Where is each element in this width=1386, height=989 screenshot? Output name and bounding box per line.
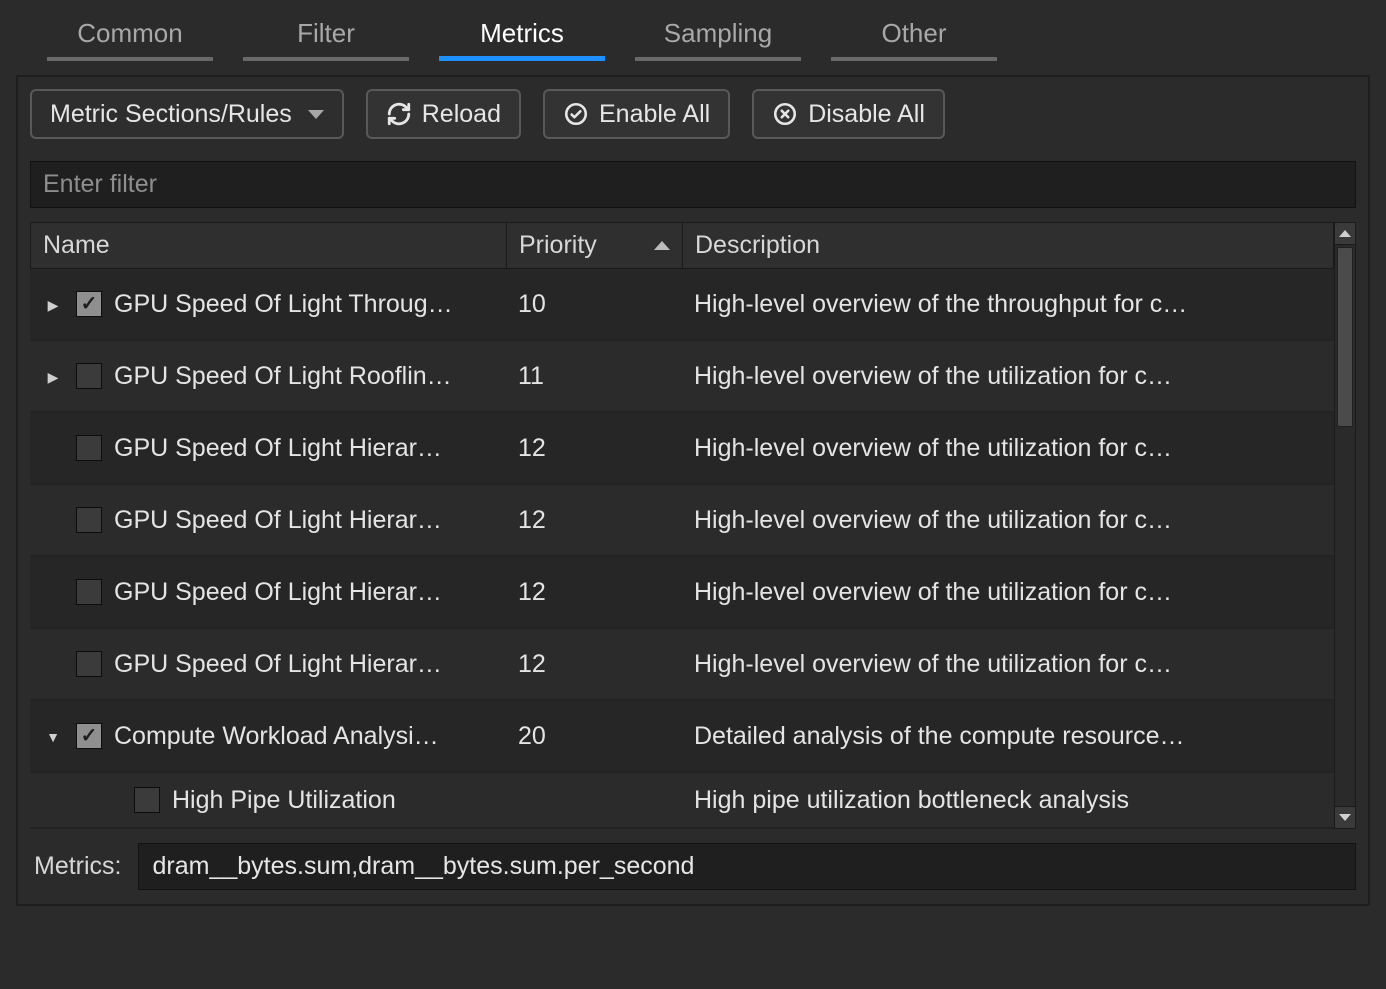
metrics-input[interactable] bbox=[138, 843, 1357, 890]
table-body: GPU Speed Of Light Throug… 10 High-level… bbox=[30, 269, 1334, 829]
check-circle-icon bbox=[563, 101, 589, 127]
row-checkbox[interactable] bbox=[76, 723, 102, 749]
scroll-thumb[interactable] bbox=[1337, 247, 1353, 427]
row-name: GPU Speed Of Light Hierar… bbox=[114, 650, 442, 679]
reload-button[interactable]: Reload bbox=[366, 89, 521, 139]
col-header-name[interactable]: Name bbox=[31, 223, 507, 268]
vertical-scrollbar[interactable] bbox=[1334, 222, 1356, 829]
row-description: High-level overview of the utilization f… bbox=[682, 362, 1334, 391]
col-header-priority[interactable]: Priority bbox=[507, 223, 683, 268]
row-name: GPU Speed Of Light Hierar… bbox=[114, 578, 442, 607]
expand-icon[interactable] bbox=[42, 366, 64, 387]
row-name: High Pipe Utilization bbox=[172, 786, 396, 815]
table-row[interactable]: GPU Speed Of Light Hierar… 12 High-level… bbox=[30, 413, 1334, 485]
row-description: Detailed analysis of the compute resourc… bbox=[682, 722, 1334, 751]
metric-sections-dropdown[interactable]: Metric Sections/Rules bbox=[30, 89, 344, 139]
filter-box bbox=[30, 161, 1356, 208]
row-description: High pipe utilization bottleneck analysi… bbox=[682, 786, 1334, 815]
row-priority: 12 bbox=[506, 506, 682, 535]
dropdown-label: Metric Sections/Rules bbox=[50, 99, 292, 129]
toolbar: Metric Sections/Rules Reload Enable All … bbox=[30, 89, 1356, 139]
sort-asc-icon bbox=[654, 241, 670, 250]
row-checkbox[interactable] bbox=[76, 507, 102, 533]
row-priority: 10 bbox=[506, 290, 682, 319]
row-priority: 12 bbox=[506, 650, 682, 679]
tab-bar: Common Filter Metrics Sampling Other bbox=[0, 0, 1386, 61]
metrics-table: Name Priority Description GPU Speed Of L… bbox=[30, 222, 1356, 829]
filter-input[interactable] bbox=[31, 162, 1355, 207]
row-priority: 12 bbox=[506, 434, 682, 463]
row-checkbox[interactable] bbox=[76, 579, 102, 605]
row-name: GPU Speed Of Light Rooflin… bbox=[114, 362, 452, 391]
row-name: GPU Speed Of Light Hierar… bbox=[114, 434, 442, 463]
tab-sampling[interactable]: Sampling bbox=[633, 10, 803, 61]
table-row[interactable]: GPU Speed Of Light Rooflin… 11 High-leve… bbox=[30, 341, 1334, 413]
row-description: High-level overview of the utilization f… bbox=[682, 434, 1334, 463]
col-header-description[interactable]: Description bbox=[683, 223, 1333, 268]
tab-filter[interactable]: Filter bbox=[241, 10, 411, 61]
row-name: GPU Speed Of Light Hierar… bbox=[114, 506, 442, 535]
x-circle-icon bbox=[772, 101, 798, 127]
metrics-bar: Metrics: bbox=[30, 843, 1356, 890]
scroll-up-icon[interactable] bbox=[1335, 223, 1355, 245]
row-description: High-level overview of the utilization f… bbox=[682, 506, 1334, 535]
row-name: GPU Speed Of Light Throug… bbox=[114, 290, 453, 319]
row-priority: 12 bbox=[506, 578, 682, 607]
row-checkbox[interactable] bbox=[76, 435, 102, 461]
enable-all-label: Enable All bbox=[599, 99, 710, 129]
row-checkbox[interactable] bbox=[134, 787, 160, 813]
row-priority: 20 bbox=[506, 722, 682, 751]
row-name: Compute Workload Analysi… bbox=[114, 722, 439, 751]
row-description: High-level overview of the utilization f… bbox=[682, 650, 1334, 679]
reload-label: Reload bbox=[422, 99, 501, 129]
metrics-panel: Metric Sections/Rules Reload Enable All … bbox=[16, 75, 1370, 906]
chevron-down-icon bbox=[308, 110, 324, 119]
collapse-icon[interactable] bbox=[42, 726, 64, 747]
table-row[interactable]: GPU Speed Of Light Throug… 10 High-level… bbox=[30, 269, 1334, 341]
row-checkbox[interactable] bbox=[76, 363, 102, 389]
tab-metrics[interactable]: Metrics bbox=[437, 10, 607, 61]
row-checkbox[interactable] bbox=[76, 651, 102, 677]
metrics-label: Metrics: bbox=[30, 852, 122, 881]
scroll-down-icon[interactable] bbox=[1335, 806, 1355, 828]
table-row[interactable]: Compute Workload Analysi… 20 Detailed an… bbox=[30, 701, 1334, 773]
expand-icon[interactable] bbox=[42, 294, 64, 315]
table-row[interactable]: GPU Speed Of Light Hierar… 12 High-level… bbox=[30, 485, 1334, 557]
enable-all-button[interactable]: Enable All bbox=[543, 89, 730, 139]
row-priority: 11 bbox=[506, 362, 682, 391]
tab-other[interactable]: Other bbox=[829, 10, 999, 61]
row-description: High-level overview of the throughput fo… bbox=[682, 290, 1334, 319]
table-row[interactable]: High Pipe Utilization High pipe utilizat… bbox=[30, 773, 1334, 829]
tab-common[interactable]: Common bbox=[45, 10, 215, 61]
refresh-icon bbox=[386, 101, 412, 127]
disable-all-label: Disable All bbox=[808, 99, 925, 129]
table-row[interactable]: GPU Speed Of Light Hierar… 12 High-level… bbox=[30, 557, 1334, 629]
disable-all-button[interactable]: Disable All bbox=[752, 89, 945, 139]
table-header: Name Priority Description bbox=[30, 222, 1334, 269]
row-checkbox[interactable] bbox=[76, 291, 102, 317]
table-row[interactable]: GPU Speed Of Light Hierar… 12 High-level… bbox=[30, 629, 1334, 701]
row-description: High-level overview of the utilization f… bbox=[682, 578, 1334, 607]
